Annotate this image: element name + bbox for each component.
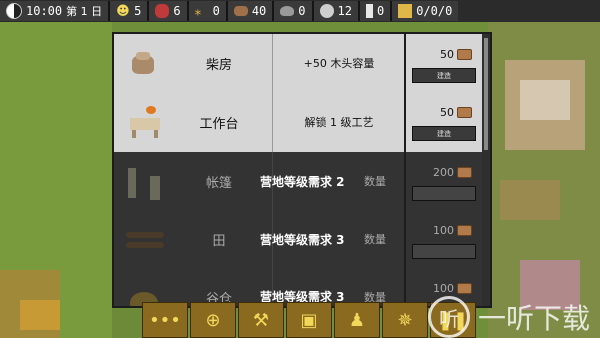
ore-display: 12 (313, 1, 360, 21)
wood-icon (457, 225, 472, 236)
day-value: 第 1 日 (66, 5, 103, 18)
item-value: 0 (376, 4, 385, 18)
cost-cell: 50 建造 (404, 92, 482, 152)
person-icon[interactable]: ♟ (334, 302, 380, 338)
wood-icon (233, 6, 248, 16)
cost-value: 50 (440, 48, 454, 61)
wheat-icon: ⁎ (194, 4, 202, 19)
stone-icon (280, 6, 295, 16)
meat-icon (155, 4, 170, 18)
clock-icon (6, 3, 22, 19)
wheat-value: 0 (212, 4, 220, 18)
building-row[interactable]: 柴房 +50 木头容量 (114, 34, 404, 93)
person-icon: ☻ (116, 4, 130, 19)
build-button-disabled (412, 186, 476, 201)
cost-value: 50 (440, 106, 454, 119)
target-icon[interactable]: ⊕ (190, 302, 236, 338)
wood-value: 40 (251, 4, 267, 18)
scrollbar[interactable] (484, 38, 488, 150)
workbench-icon (124, 102, 164, 140)
cost-value: 100 (433, 224, 454, 237)
crate-icon[interactable]: ▣ (286, 302, 332, 338)
building-row: 田 数量 (114, 210, 404, 269)
wood-icon (457, 167, 472, 178)
building-name: 帐篷 (205, 175, 232, 191)
field-icon (124, 220, 164, 258)
cost-value: 100 (433, 282, 454, 295)
time-display: 10:00 第 1 日 (0, 1, 111, 21)
storage-icon (398, 4, 413, 18)
cost-cell: 200 (404, 152, 482, 210)
building-name: 工作台 (199, 116, 239, 132)
building-effect: 解锁 1 级工艺 (304, 116, 374, 129)
ore-icon (319, 4, 334, 18)
wood-display: 40 (227, 1, 275, 21)
building-row[interactable]: 工作台 解锁 1 级工艺 (114, 92, 404, 153)
time-value: 10:00 (26, 4, 63, 18)
anvil-icon[interactable]: ⚒ (238, 302, 284, 338)
storage-value: 0/0/0 (416, 4, 453, 18)
cost-cell: 100 (404, 210, 482, 268)
meat-display: 6 (149, 1, 189, 21)
wood-icon (457, 107, 472, 118)
cost-value: 200 (433, 166, 454, 179)
watermark-logo-icon: 听 (427, 296, 470, 338)
item-display: 0 (359, 1, 393, 21)
building-row: 帐篷 数量 (114, 152, 404, 211)
cost-cell: 50 建造 (404, 34, 482, 92)
wheat-display: ⁎ 0 (188, 1, 228, 21)
building-name: 田 (212, 233, 226, 249)
wood-icon (457, 49, 472, 60)
ore-value: 12 (337, 4, 352, 18)
woodshed-icon (124, 44, 164, 82)
build-button-disabled (412, 244, 476, 259)
population-value: 5 (134, 4, 142, 18)
population-display: ☻ 5 (110, 1, 150, 21)
requirement-label: 营地等级需求 2 (260, 175, 345, 189)
resource-bar: 10:00 第 1 日 ☻ 5 6 ⁎ 0 40 0 12 0 0/0/0 (0, 0, 600, 22)
stone-value: 0 (298, 4, 306, 18)
network-icon[interactable]: ✵ (382, 302, 428, 338)
build-button[interactable]: 建造 (412, 68, 476, 83)
requirement-label: 营地等级需求 3 (260, 233, 345, 247)
stone-display: 0 (274, 1, 314, 21)
build-button[interactable]: 建造 (412, 126, 476, 141)
bar-icon (365, 4, 373, 18)
meat-value: 6 (173, 4, 181, 18)
tent-icon (124, 162, 164, 200)
menu-dots-icon[interactable]: ••• (142, 302, 188, 338)
watermark: 听 一听下载 (427, 296, 590, 338)
building-name: 柴房 (205, 57, 232, 73)
watermark-text: 一听下载 (477, 302, 590, 335)
storage-display: 0/0/0 (392, 1, 459, 21)
building-effect: +50 木头容量 (303, 57, 375, 70)
build-panel: 柴房 +50 木头容量 50 建造 工作台 解锁 1 级工艺 50 建造 帐篷 … (112, 32, 492, 308)
wood-icon (457, 283, 472, 294)
